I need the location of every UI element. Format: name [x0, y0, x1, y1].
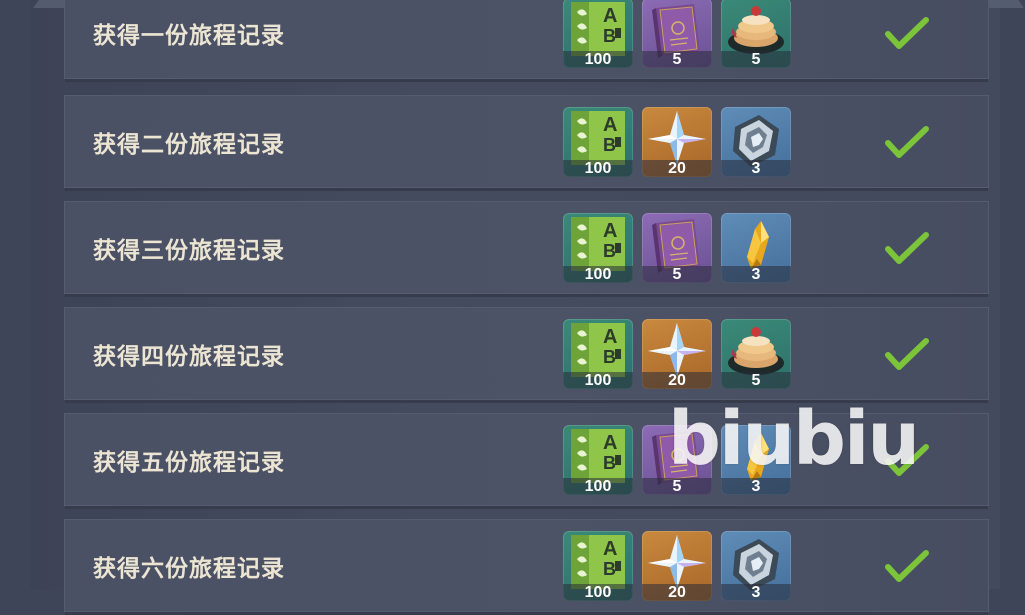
adventure-exp-icon[interactable]: A B 100: [563, 424, 633, 495]
heros-wit-book-icon[interactable]: 5: [642, 0, 712, 68]
achievement-row[interactable]: 获得一份旅程记录 A B 100 5 5: [64, 0, 989, 82]
adventure-exp-icon[interactable]: A B 100: [563, 530, 633, 601]
adventure-exp-icon[interactable]: A B 100: [563, 106, 633, 177]
svg-text:B: B: [603, 559, 616, 579]
svg-text:A: A: [603, 432, 617, 454]
checkmark-icon: [885, 231, 929, 265]
reward-count: 3: [721, 159, 791, 177]
achievement-label: 获得一份旅程记录: [93, 22, 285, 49]
pancake-dish-icon[interactable]: 5: [721, 318, 791, 389]
achievement-label: 获得四份旅程记录: [93, 343, 285, 370]
checkmark-icon: [885, 549, 929, 583]
svg-text:A: A: [603, 114, 617, 136]
reward-count: 20: [642, 371, 712, 389]
checkmark-icon: [885, 443, 929, 477]
svg-text:B: B: [603, 453, 616, 473]
reward-count: 5: [642, 477, 712, 495]
adventure-exp-icon[interactable]: A B 100: [563, 0, 633, 68]
reward-count: 100: [563, 159, 633, 177]
mystic-enhancement-ore-icon[interactable]: 3: [721, 106, 791, 177]
heros-wit-book-icon[interactable]: 5: [642, 212, 712, 283]
checkmark-icon: [885, 337, 929, 371]
adventure-exp-icon[interactable]: A B 100: [563, 318, 633, 389]
reward-count: 100: [563, 477, 633, 495]
svg-text:A: A: [603, 326, 617, 348]
reward-count: 100: [563, 265, 633, 283]
achievement-label: 获得三份旅程记录: [93, 237, 285, 264]
reward-count: 20: [642, 159, 712, 177]
achievement-row[interactable]: 获得三份旅程记录 A B 100 5 3: [64, 201, 989, 297]
pancake-dish-icon[interactable]: 5: [721, 0, 791, 68]
reward-count: 5: [642, 265, 712, 283]
primogem-icon[interactable]: 20: [642, 530, 712, 601]
reward-count: 5: [721, 371, 791, 389]
achievement-label: 获得五份旅程记录: [93, 449, 285, 476]
golden-crystal-icon[interactable]: 3: [721, 212, 791, 283]
svg-text:B: B: [603, 135, 616, 155]
checkmark-icon: [885, 16, 929, 50]
achievement-row[interactable]: 获得六份旅程记录 A B 100 20 3: [64, 519, 989, 615]
adventure-exp-icon[interactable]: A B 100: [563, 212, 633, 283]
reward-count: 5: [721, 50, 791, 68]
achievement-row[interactable]: 获得五份旅程记录 A B 100 5 3: [64, 413, 989, 509]
reward-count: 100: [563, 50, 633, 68]
achievement-row[interactable]: 获得二份旅程记录 A B 100 20 3: [64, 95, 989, 191]
achievement-label: 获得六份旅程记录: [93, 555, 285, 582]
primogem-icon[interactable]: 20: [642, 318, 712, 389]
achievement-label: 获得二份旅程记录: [93, 131, 285, 158]
heros-wit-book-icon[interactable]: 5: [642, 424, 712, 495]
svg-text:B: B: [603, 347, 616, 367]
svg-text:A: A: [603, 538, 617, 560]
reward-count: 3: [721, 477, 791, 495]
achievement-row[interactable]: 获得四份旅程记录 A B 100 20 5: [64, 307, 989, 403]
reward-count: 3: [721, 583, 791, 601]
reward-count: 5: [642, 50, 712, 68]
svg-text:A: A: [603, 5, 617, 27]
reward-count: 100: [563, 371, 633, 389]
svg-text:A: A: [603, 220, 617, 242]
primogem-icon[interactable]: 20: [642, 106, 712, 177]
svg-text:B: B: [603, 26, 616, 46]
reward-count: 3: [721, 265, 791, 283]
checkmark-icon: [885, 125, 929, 159]
reward-count: 20: [642, 583, 712, 601]
mystic-enhancement-ore-icon[interactable]: 3: [721, 530, 791, 601]
reward-count: 100: [563, 583, 633, 601]
golden-crystal-icon[interactable]: 3: [721, 424, 791, 495]
svg-text:B: B: [603, 241, 616, 261]
